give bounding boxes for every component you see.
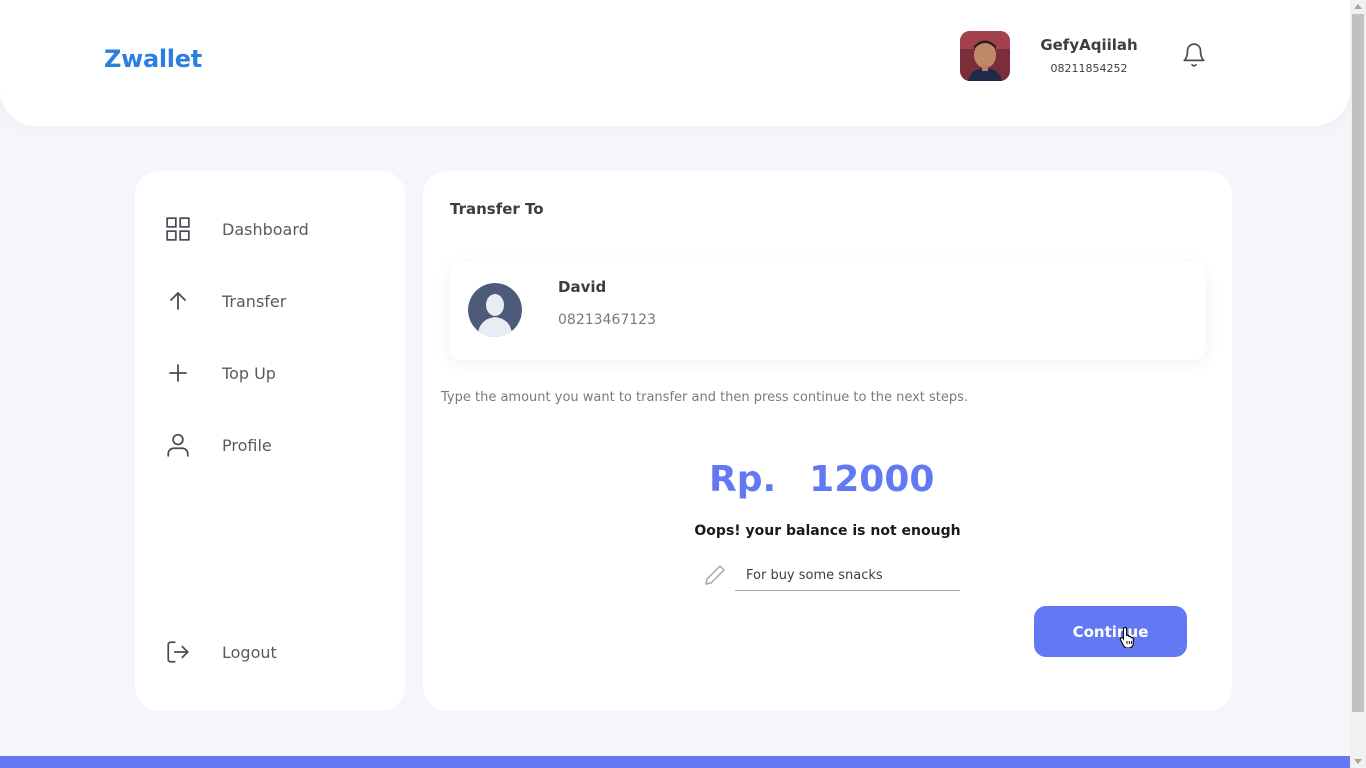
pencil-icon [703, 563, 727, 587]
instruction-text: Type the amount you want to transfer and… [441, 390, 969, 405]
grid-icon [163, 214, 193, 244]
user-icon [163, 430, 193, 460]
arrow-up-icon [163, 286, 193, 316]
receiver-phone: 08213467123 [558, 312, 656, 328]
scroll-thumb[interactable] [1352, 14, 1364, 712]
logout-button[interactable]: Logout [163, 632, 393, 672]
vertical-scrollbar[interactable] [1350, 0, 1366, 768]
user-phone: 08211854252 [1050, 62, 1128, 75]
receiver-name: David [558, 278, 607, 296]
sidebar-item-label: Transfer [222, 291, 287, 311]
receiver-card[interactable]: David 08213467123 [450, 262, 1205, 360]
sidebar-item-dashboard[interactable]: Dashboard [163, 209, 393, 249]
logout-icon [163, 637, 193, 667]
footer-strip [0, 756, 1350, 768]
user-avatar[interactable] [960, 31, 1010, 81]
amount-input[interactable]: Rp. 12000 [709, 459, 934, 500]
bell-icon[interactable] [1181, 42, 1207, 68]
sidebar-item-profile[interactable]: Profile [163, 425, 393, 465]
sidebar-item-label: Profile [222, 435, 272, 455]
sidebar: Dashboard Transfer Top Up Profile Logout [135, 171, 405, 711]
plus-icon [163, 358, 193, 388]
sidebar-item-label: Top Up [222, 363, 276, 383]
logout-label: Logout [222, 642, 277, 662]
amount-currency: Rp. [709, 459, 777, 500]
brand-logo[interactable]: Zwallet [104, 45, 202, 73]
page-title: Transfer To [450, 200, 544, 218]
sidebar-item-label: Dashboard [222, 219, 309, 239]
user-name: GefyAqiilah [1040, 36, 1138, 54]
top-header: Zwallet GefyAqiilah 08211854252 [0, 0, 1350, 126]
transfer-panel: Transfer To David 08213467123 Type the a… [423, 171, 1232, 711]
sidebar-item-transfer[interactable]: Transfer [163, 281, 393, 321]
scroll-up-icon[interactable] [1354, 4, 1362, 9]
scroll-down-icon[interactable] [1354, 759, 1362, 764]
continue-button[interactable]: Continue [1034, 606, 1187, 657]
notes-input[interactable] [735, 561, 960, 591]
balance-warning: Oops! your balance is not enough [694, 523, 961, 539]
sidebar-item-top-up[interactable]: Top Up [163, 353, 393, 393]
amount-value: 12000 [809, 459, 935, 500]
default-avatar-icon [468, 283, 522, 337]
